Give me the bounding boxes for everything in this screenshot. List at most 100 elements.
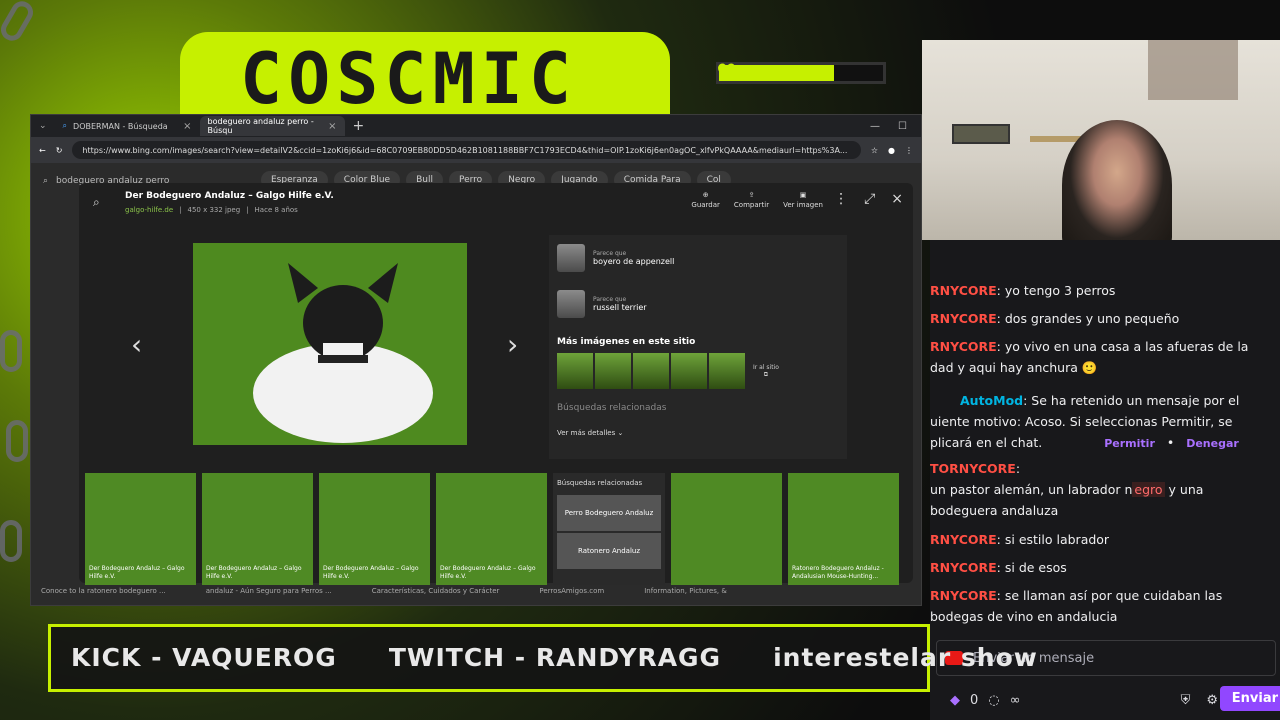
lookalike-item[interactable]: Parece que russell terrier bbox=[549, 281, 847, 327]
related-image-card[interactable]: Der Bodeguero Andaluz – Galgo Hilfe e.V. bbox=[202, 473, 313, 585]
maximize-icon[interactable]: ☐ bbox=[898, 121, 907, 132]
chat-username[interactable]: RNYCORE bbox=[930, 283, 997, 298]
detail-sidebar: Parece que boyero de appenzell Parece que… bbox=[549, 235, 847, 459]
chat-username[interactable]: RNYCORE bbox=[930, 588, 997, 603]
star-icon[interactable]: ☆ bbox=[871, 146, 878, 155]
related-searches-card: Búsquedas relacionadas Perro Bodeguero A… bbox=[553, 473, 665, 585]
bing-icon: ⌕ bbox=[62, 121, 68, 130]
lookalike-item[interactable]: Parece que boyero de appenzell bbox=[549, 235, 847, 281]
related-search-item[interactable]: Ratonero Andaluz bbox=[557, 533, 661, 569]
tab-doberman[interactable]: ⌕ DOBERMAN - Búsqueda × bbox=[55, 116, 200, 136]
lookalike-tag: Parece que bbox=[593, 296, 627, 303]
heart-icon: ♥ bbox=[716, 59, 738, 87]
automod-text: : Se ha retenido un mensaje por el bbox=[1023, 393, 1240, 408]
chain-decoration bbox=[0, 0, 38, 45]
more-image-thumb[interactable] bbox=[633, 353, 669, 389]
related-search-item[interactable]: Perro Bodeguero Andaluz bbox=[557, 495, 661, 531]
view-image-button[interactable]: ▣ Ver imagen bbox=[783, 191, 823, 209]
profile-icon[interactable]: ● bbox=[888, 146, 895, 155]
search-icon[interactable]: ⌕ bbox=[93, 195, 100, 210]
related-image-card[interactable]: Der Bodeguero Andaluz – Galgo Hilfe e.V. bbox=[319, 473, 430, 585]
chat-username[interactable]: RNYCORE bbox=[930, 311, 997, 326]
card-caption: Der Bodeguero Andaluz – Galgo Hilfe e.V. bbox=[89, 565, 185, 581]
back-icon[interactable]: ← bbox=[39, 146, 46, 155]
more-icon[interactable]: ⋮ bbox=[834, 191, 848, 207]
related-image-card[interactable]: Der Bodeguero Andaluz – Galgo Hilfe e.V. bbox=[436, 473, 547, 585]
more-image-thumb[interactable] bbox=[557, 353, 593, 389]
more-images-title: Más imágenes en este sitio bbox=[557, 337, 696, 347]
related-image-card[interactable] bbox=[671, 473, 782, 585]
allow-button[interactable]: Permitir bbox=[1104, 437, 1155, 450]
points-icon[interactable]: ◆ bbox=[950, 693, 960, 708]
save-button[interactable]: ⊕ Guardar bbox=[691, 191, 720, 209]
lookalike-thumbnail bbox=[557, 244, 585, 272]
related-image-card[interactable]: Der Bodeguero Andaluz – Galgo Hilfe e.V. bbox=[85, 473, 196, 585]
tab-strip: ⌄ ⌕ DOBERMAN - Búsqueda × bodeguero anda… bbox=[31, 115, 921, 137]
send-button[interactable]: Enviar bbox=[1219, 686, 1280, 711]
visit-site-link[interactable]: Ir al sitio ⧉ bbox=[747, 364, 779, 379]
gear-icon[interactable]: ⚙ bbox=[1206, 693, 1218, 708]
chat-username[interactable]: RNYCORE bbox=[930, 339, 997, 354]
close-icon[interactable]: × bbox=[891, 191, 903, 207]
bing-page: ⌕ bodeguero andaluz perro Esperanza Colo… bbox=[31, 163, 921, 605]
close-tab-icon[interactable]: × bbox=[183, 121, 191, 132]
separator-dot: • bbox=[1166, 435, 1175, 450]
source-link[interactable]: galgo-hilfe.de bbox=[125, 206, 173, 214]
card-caption: Der Bodeguero Andaluz – Galgo Hilfe e.V. bbox=[440, 565, 536, 581]
stream-scene: COSCMIC ♥ ⌄ ⌕ DOBERMAN - Búsqueda × bode… bbox=[0, 0, 1280, 720]
chat-text: : yo vivo en una casa a las afueras de l… bbox=[996, 339, 1249, 354]
chat-username[interactable]: RNYCORE bbox=[930, 560, 997, 575]
minimize-icon[interactable]: — bbox=[870, 121, 880, 132]
prev-arrow-icon[interactable]: ‹ bbox=[131, 328, 142, 361]
shield-icon[interactable]: ⛨ bbox=[1181, 693, 1191, 708]
url-field[interactable]: https://www.bing.com/images/search?view=… bbox=[72, 141, 861, 159]
card-caption: Der Bodeguero Andaluz – Galgo Hilfe e.V. bbox=[206, 565, 302, 581]
chat-message: RNYCORE: se llaman así por que cuidaban … bbox=[930, 585, 1275, 627]
chat-bottom-bar: ◆ 0 ◌ ∞ ⛨ ⚙ Enviar bbox=[950, 686, 1280, 712]
more-images-row: Ir al sitio ⧉ bbox=[549, 353, 847, 389]
tab-bodeguero[interactable]: bodeguero andaluz perro - Búsqu × bbox=[199, 116, 345, 136]
chain-decoration bbox=[0, 520, 22, 562]
chat-message: RNYCORE: si estilo labrador bbox=[930, 529, 1275, 550]
menu-icon[interactable]: ⋮ bbox=[905, 146, 913, 155]
chat-text: bodeguera andaluza bbox=[930, 503, 1059, 518]
deny-button[interactable]: Denegar bbox=[1186, 437, 1239, 450]
next-arrow-icon[interactable]: › bbox=[507, 328, 518, 361]
see-more-label: Ver más detalles bbox=[557, 429, 616, 437]
image-detail-overlay: ⌕ Der Bodeguero Andaluz – Galgo Hilfe e.… bbox=[79, 183, 913, 585]
automod-message: plicará en el chat. Permitir • Denegar bbox=[930, 432, 1275, 454]
share-icon: ⇪ bbox=[748, 191, 755, 199]
more-image-thumb[interactable] bbox=[671, 353, 707, 389]
more-image-thumb[interactable] bbox=[595, 353, 631, 389]
more-image-thumb[interactable] bbox=[709, 353, 745, 389]
loading-icon: ◌ bbox=[988, 692, 1000, 708]
related-image-strip: Der Bodeguero Andaluz – Galgo Hilfe e.V.… bbox=[85, 473, 899, 585]
lookalike-name: boyero de appenzell bbox=[593, 257, 675, 266]
new-tab-button[interactable]: + bbox=[345, 118, 373, 134]
chat-username[interactable]: TORNYCORE bbox=[930, 461, 1016, 476]
see-more-details[interactable]: Ver más detalles ⌄ bbox=[549, 421, 847, 445]
ticker-show: interestelar show bbox=[773, 643, 1038, 672]
close-tab-icon[interactable]: × bbox=[328, 121, 336, 132]
chain-decoration bbox=[0, 330, 22, 372]
chat-username[interactable]: RNYCORE bbox=[930, 532, 997, 547]
share-button[interactable]: ⇪ Compartir bbox=[734, 191, 769, 209]
chat-text: : yo tengo 3 perros bbox=[996, 283, 1116, 298]
flagged-word: egro bbox=[1132, 482, 1165, 497]
infinity-icon: ∞ bbox=[1009, 692, 1021, 708]
reload-icon[interactable]: ↻ bbox=[56, 146, 63, 155]
chat-text: y una bbox=[1164, 482, 1204, 497]
card-caption: Der Bodeguero Andaluz – Galgo Hilfe e.V. bbox=[323, 565, 419, 581]
chain-decoration bbox=[6, 420, 28, 462]
tab-label: DOBERMAN - Búsqueda bbox=[73, 121, 168, 131]
expand-icon[interactable]: ⤢ bbox=[864, 191, 875, 207]
external-icon: ⧉ bbox=[763, 370, 769, 378]
webcam-feed bbox=[922, 40, 1280, 250]
lookalike-thumbnail bbox=[557, 290, 585, 318]
emote-icon: 🙂 bbox=[1081, 360, 1098, 375]
lookalike-name: russell terrier bbox=[593, 303, 647, 312]
social-ticker: KICK - VAQUEROG TWITCH - RANDYRAGG inter… bbox=[48, 624, 1037, 692]
related-image-card[interactable]: Ratonero Bodeguero Andaluz - Andalusian … bbox=[788, 473, 899, 585]
detail-title: Der Bodeguero Andaluz – Galgo Hilfe e.V. bbox=[125, 191, 334, 201]
tab-menu-icon[interactable]: ⌄ bbox=[31, 121, 55, 131]
